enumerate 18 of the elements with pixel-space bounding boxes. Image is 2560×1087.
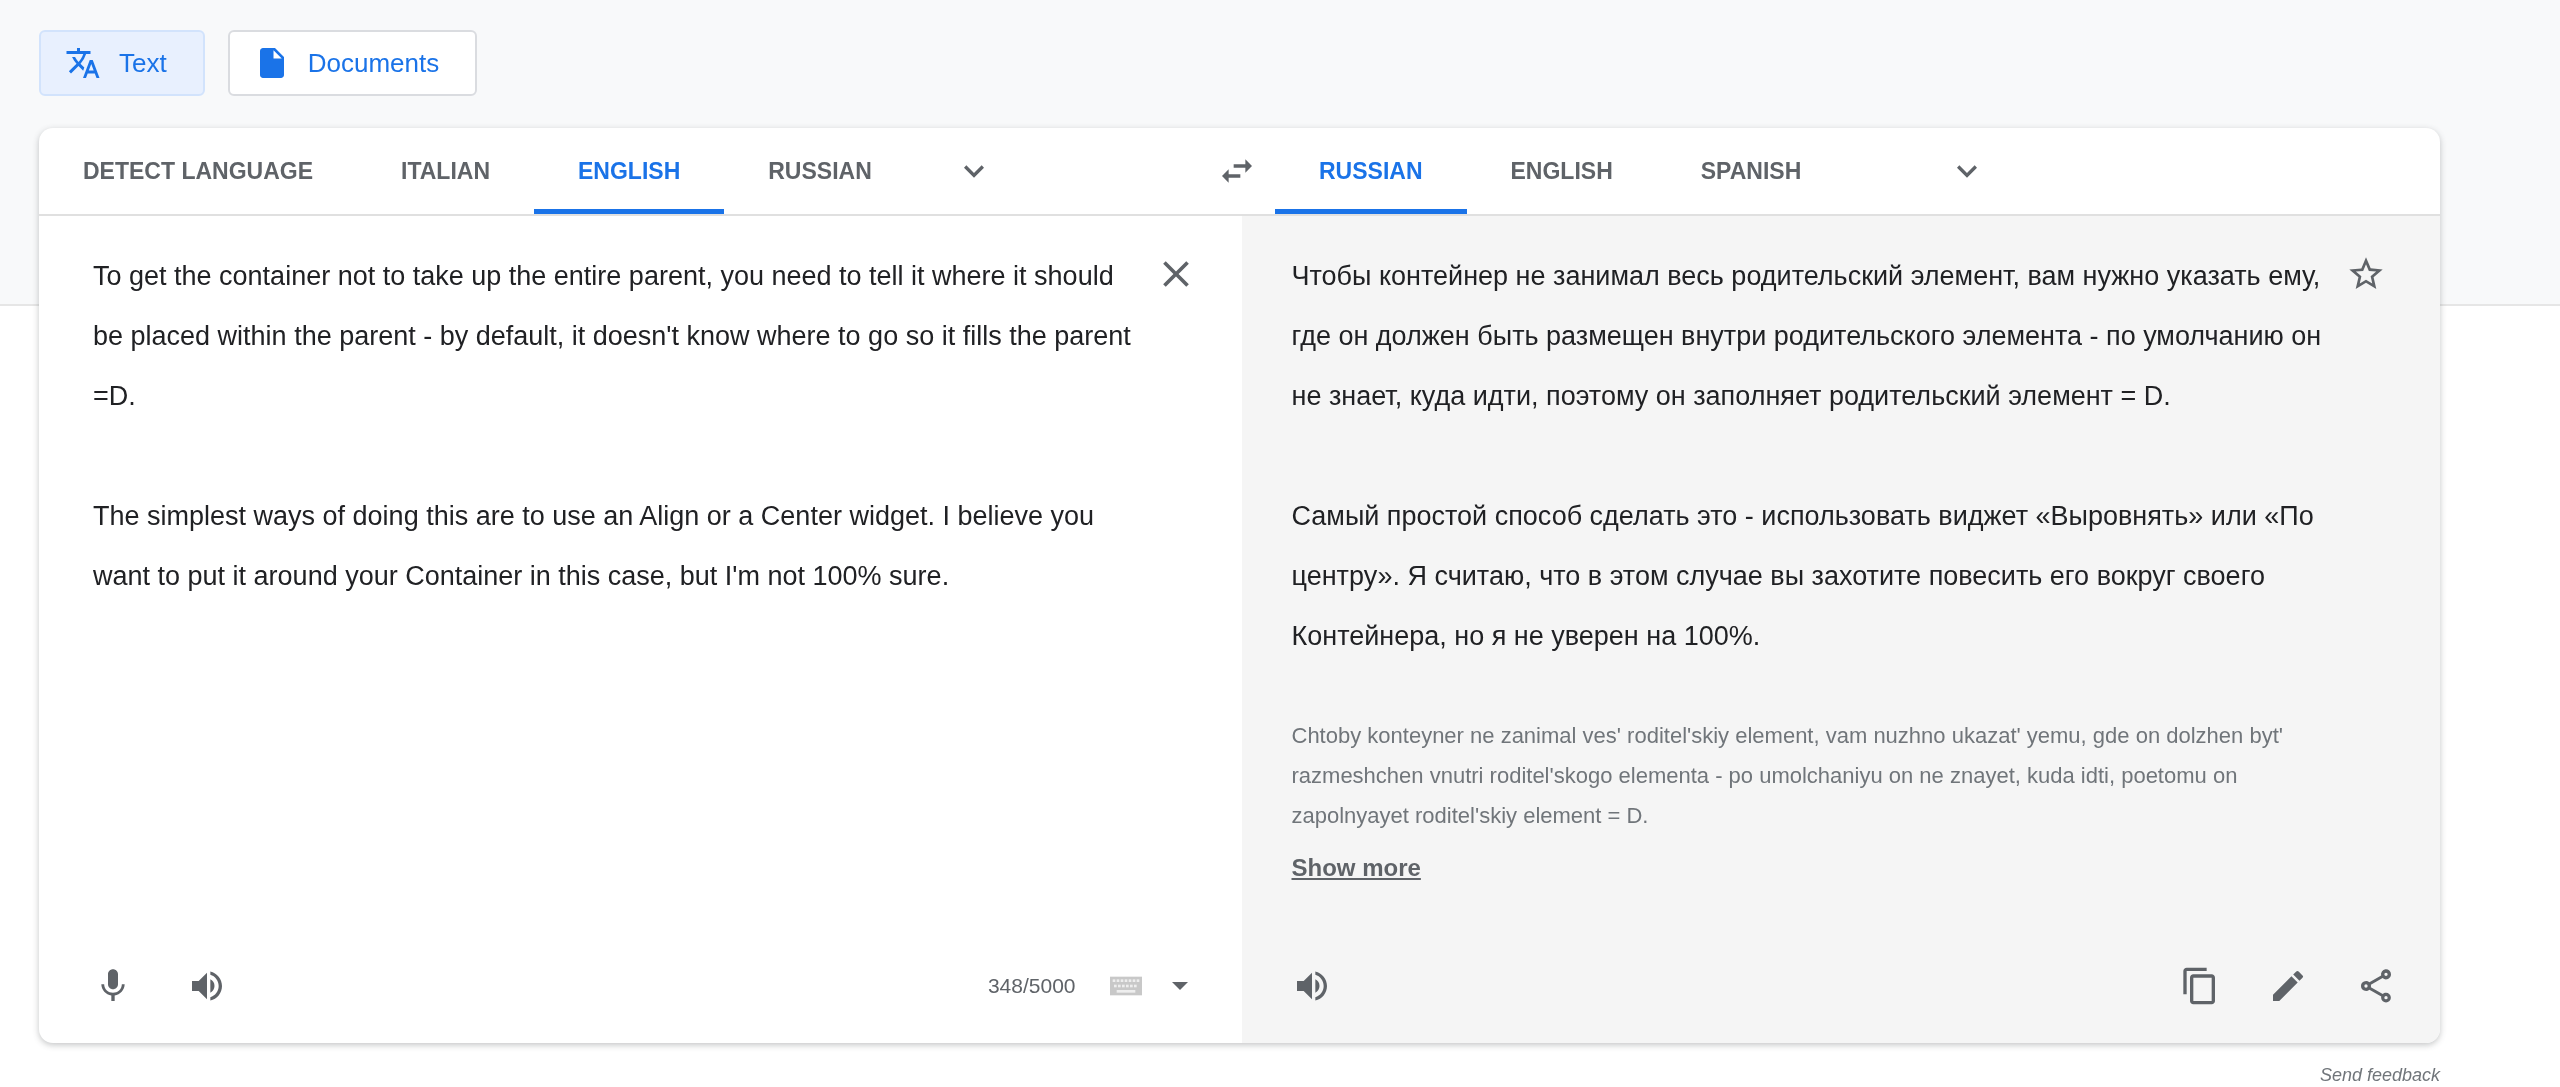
source-text[interactable]: The simplest ways of doing this are to use an Align or a Center widget. I believe you want to put it around your Container in this case, but I'm not 100% sure.: [93, 486, 1134, 606]
source-language-tab[interactable]: ITALIAN: [357, 128, 534, 214]
source-language-tab[interactable]: RUSSIAN: [724, 128, 916, 214]
show-more-link[interactable]: Show more: [1291, 854, 1421, 882]
source-language-tab[interactable]: DETECT LANGUAGE: [39, 128, 357, 214]
translate-icon: [65, 45, 101, 81]
transliteration-text: Chtoby konteyner ne zanimal ves' roditel'skiy element, vam nuzhno ukazat' yemu, gde on dolzhen byt' razmeshchen vnutri roditel'skogo elementa - po umolchaniyu on ne znayet, kuda idti, poetomu on zapolnyayet roditel'skiy element = D.: [1291, 722, 2284, 830]
caret-icon[interactable]: [1171, 982, 1188, 990]
character-count: 348/5000: [987, 974, 1076, 998]
source-text[interactable]: To get the container not to take up the entire parent, you need to tell it where it should be placed within the parent - by default, it doesn't know where to go so it fills the parent =D.: [93, 246, 1134, 426]
target-language-tab[interactable]: SPANISH: [1656, 128, 1846, 214]
documents-mode-tab[interactable]: Documents: [227, 30, 478, 96]
source-language-tab[interactable]: ENGLISH: [534, 128, 725, 214]
translated-text: Чтобы контейнер не занимал весь родительский элемент, вам нужно указать ему, где он должен быть размещен внутри родительского элемента - по умолчанию он не знает, куда идти, поэтому он заполняет родительский элемент = D.: [1291, 260, 2323, 413]
translated-text: Самый простой способ сделать это - использовать виджет «Выровнять» или «По центру». Я считаю, что в этом случае вы захотите повесить его вокруг своего Контейнера, но я не уверен на 100%.: [1291, 500, 2315, 653]
text-mode-tab[interactable]: Text: [39, 30, 205, 96]
target-language-tab[interactable]: ENGLISH: [1466, 128, 1657, 214]
send-feedback-link[interactable]: Send feedback: [2319, 1065, 2440, 1086]
